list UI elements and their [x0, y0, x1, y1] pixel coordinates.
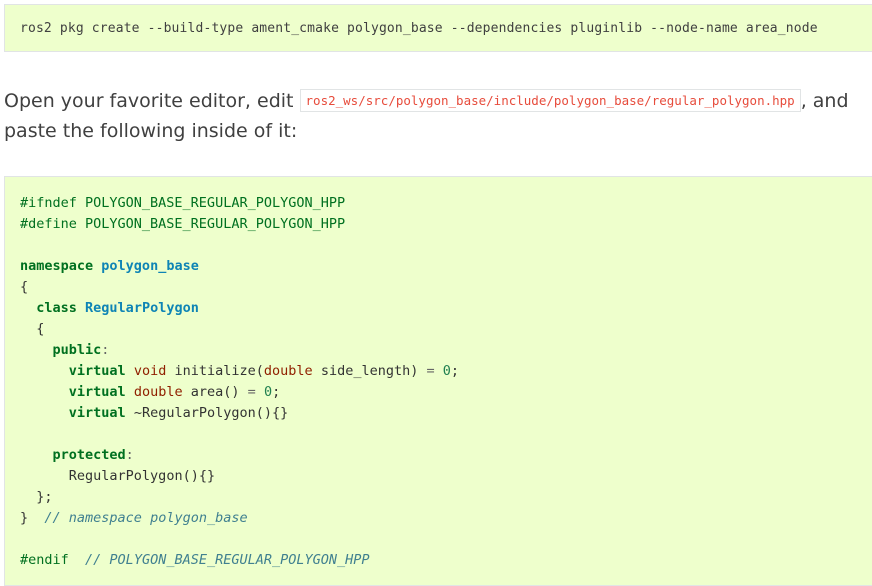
semicolon: ;: [450, 363, 460, 379]
code-line-6: class RegularPolygon: [20, 298, 459, 319]
code-line-11: virtual ~RegularPolygon(){}: [20, 403, 459, 424]
class-open-brace: {: [36, 321, 45, 337]
paragraph-line-1: Open your favorite editor, edit ros2_ws/…: [4, 86, 872, 116]
virtual-keyword: virtual: [68, 384, 126, 400]
code-listing: #ifndef POLYGON_BASE_REGULAR_POLYGON_HPP…: [20, 193, 459, 571]
virtual-keyword: virtual: [68, 405, 126, 421]
public-keyword: public: [52, 342, 102, 358]
command-text: ros2 pkg create --build-type ament_cmake…: [20, 21, 818, 36]
public-colon: :: [101, 342, 110, 358]
open-brace: {: [20, 279, 29, 295]
code-line-7: {: [20, 319, 459, 340]
code-line-1: #ifndef POLYGON_BASE_REGULAR_POLYGON_HPP: [20, 193, 459, 214]
preproc-define: #define POLYGON_BASE_REGULAR_POLYGON_HPP: [20, 216, 346, 232]
zero-literal: 0: [263, 384, 273, 400]
endif-comment: // POLYGON_BASE_REGULAR_POLYGON_HPP: [85, 552, 370, 568]
code-line-14: RegularPolygon(){}: [20, 466, 459, 487]
code-line-15: };: [20, 487, 459, 508]
code-line-2: #define POLYGON_BASE_REGULAR_POLYGON_HPP: [20, 214, 459, 235]
void-type: void: [133, 363, 167, 379]
code-line-10: virtual double area() = 0;: [20, 382, 459, 403]
code-line-13: protected:: [20, 445, 459, 466]
close-brace: }: [20, 510, 29, 526]
class-keyword: class: [36, 300, 77, 316]
area-call: area(): [190, 384, 240, 400]
paragraph-text-before: Open your favorite editor, edit: [4, 90, 300, 112]
class-close: };: [36, 489, 53, 505]
side-length-param: side_length): [320, 363, 419, 379]
double-type: double: [263, 363, 313, 379]
code-line-5: {: [20, 277, 459, 298]
code-line-4: namespace polygon_base: [20, 256, 459, 277]
semicolon: ;: [272, 384, 281, 400]
namespace-keyword: namespace: [20, 258, 94, 274]
double-type: double: [133, 384, 183, 400]
protected-keyword: protected: [52, 447, 126, 463]
code-line-8: public:: [20, 340, 459, 361]
protected-colon: :: [125, 447, 134, 463]
virtual-keyword: virtual: [68, 363, 126, 379]
paragraph-text-after: , and: [800, 90, 849, 112]
preproc-ifndef: #ifndef POLYGON_BASE_REGULAR_POLYGON_HPP: [20, 195, 346, 211]
namespace-name: polygon_base: [101, 258, 199, 274]
equals-operator: =: [426, 363, 435, 379]
destructor: ~RegularPolygon(){}: [133, 405, 289, 421]
class-name: RegularPolygon: [85, 300, 199, 316]
instruction-paragraph: Open your favorite editor, edit ros2_ws/…: [4, 86, 872, 146]
code-line-16: } // namespace polygon_base: [20, 508, 459, 529]
zero-literal: 0: [442, 363, 451, 379]
constructor: RegularPolygon(){}: [68, 468, 216, 484]
file-path-code: ros2_ws/src/polygon_base/include/polygon…: [299, 89, 801, 112]
initialize-call: initialize(: [174, 363, 264, 379]
command-code-block: ros2 pkg create --build-type ament_cmake…: [4, 4, 872, 52]
code-line-9: virtual void initialize(double side_leng…: [20, 361, 459, 382]
source-code-block: #ifndef POLYGON_BASE_REGULAR_POLYGON_HPP…: [4, 176, 872, 586]
code-line-18: #endif // POLYGON_BASE_REGULAR_POLYGON_H…: [20, 550, 459, 571]
paragraph-line-2: paste the following inside of it:: [4, 120, 298, 142]
namespace-comment: // namespace polygon_base: [44, 510, 248, 526]
equals-operator: =: [247, 384, 256, 400]
preproc-endif: #endif: [20, 552, 69, 568]
